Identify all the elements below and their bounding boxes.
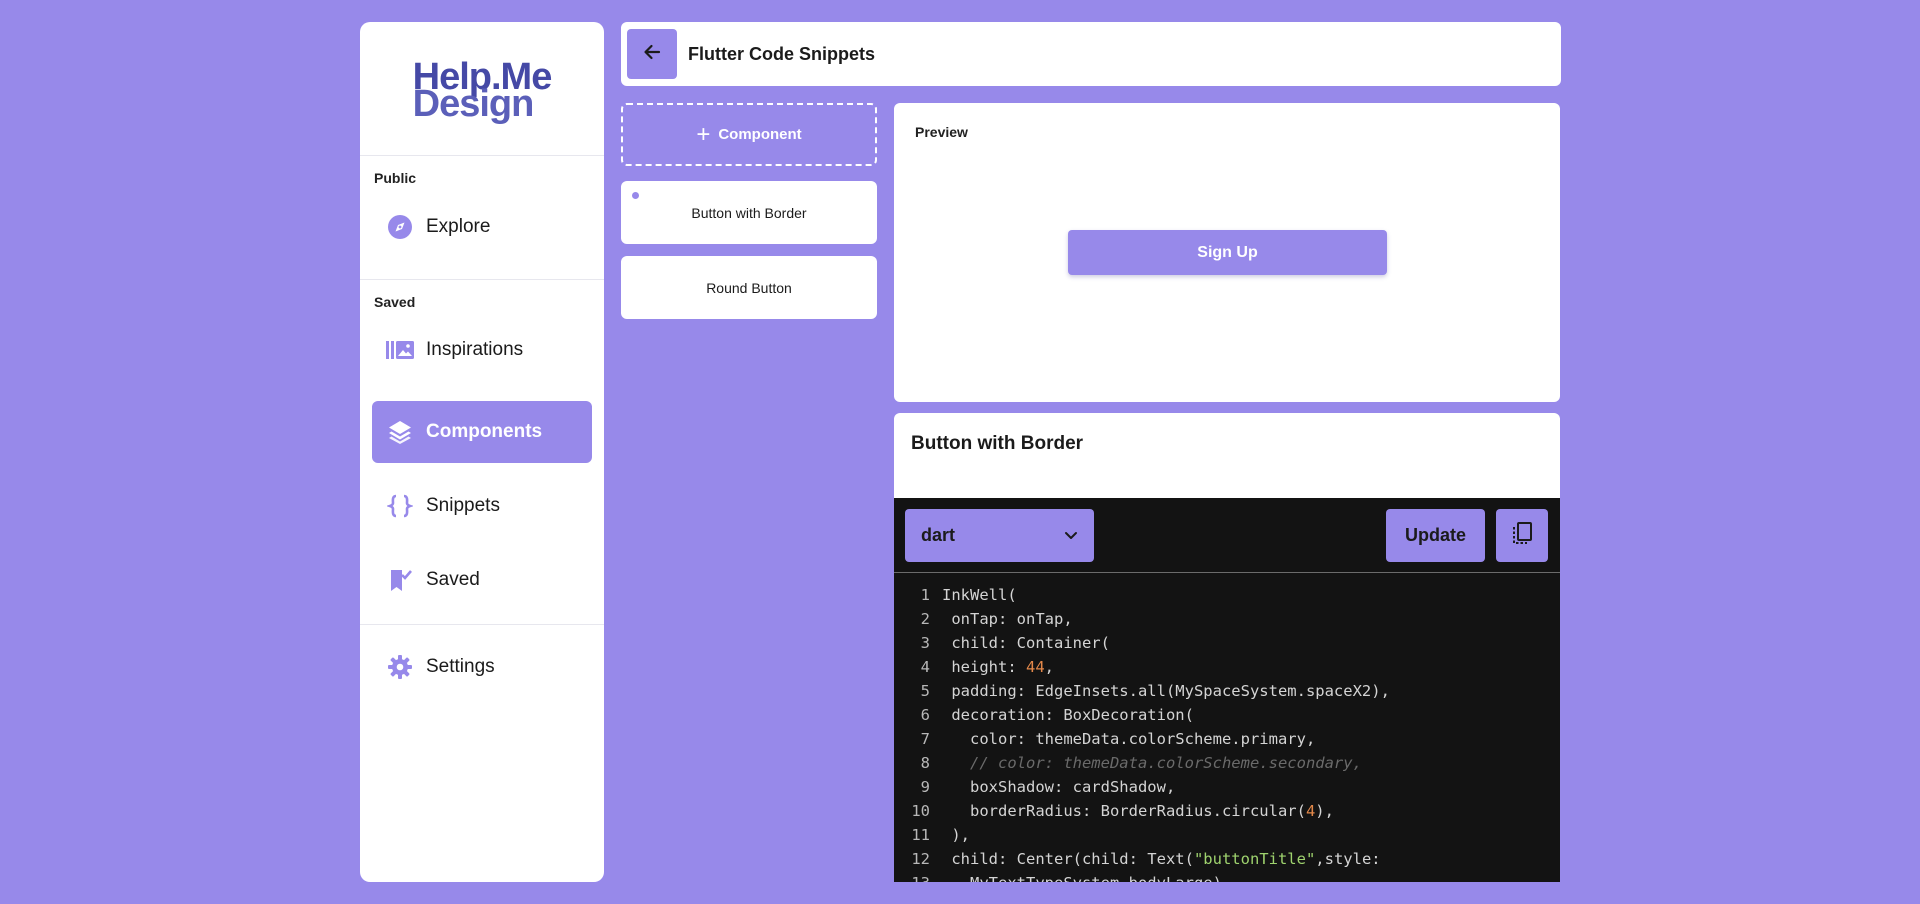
code-line: 7 color: themeData.colorScheme.primary, [894,727,1560,751]
code-text: MyTextTypeSystem.bodyLarge), [930,871,1231,882]
sidebar-item-explore[interactable]: Explore [372,196,592,258]
sidebar-item-inspirations[interactable]: Inspirations [372,319,592,381]
component-item-label: Button with Border [691,204,807,221]
section-label-public: Public [374,170,417,186]
code-line: 2 onTap: onTap, [894,607,1560,631]
line-number: 10 [911,802,930,820]
preview-panel: Preview Sign Up [894,103,1560,402]
update-button[interactable]: Update [1386,509,1485,562]
sign-up-button[interactable]: Sign Up [1068,230,1387,275]
component-item-label: Round Button [706,279,792,296]
line-number: 5 [920,682,930,700]
line-number: 8 [920,754,930,772]
add-component-button[interactable]: + Component [621,103,877,166]
sidebar-item-snippets[interactable]: Snippets [372,475,592,537]
compass-icon [386,213,414,241]
code-text: child: Center(child: Text("buttonTitle",… [942,850,1381,868]
sidebar-item-label: Snippets [426,495,500,516]
code-title: Button with Border [911,433,1084,454]
header-bar: Flutter Code Snippets [621,22,1561,86]
bookmark-check-icon [386,566,414,594]
braces-icon [386,492,414,520]
code-line: 11 ), [894,823,1560,847]
line-number: 9 [920,778,930,796]
logo[interactable]: Help.Me Design [360,22,604,156]
language-value: dart [921,525,956,545]
gear-icon [386,653,414,681]
code-text: child: Container( [942,634,1110,652]
divider [360,624,604,625]
line-number: 3 [920,634,930,652]
line-number: 7 [920,730,930,748]
line-number: 4 [920,658,930,676]
code-text: onTap: onTap, [942,610,1073,628]
component-item-button-with-border[interactable]: Button with Border [621,181,877,244]
plus-icon: + [696,120,711,148]
component-item-round-button[interactable]: Round Button [621,256,877,319]
preview-label: Preview [915,124,968,140]
page-title: Flutter Code Snippets [688,43,876,64]
line-number: 12 [911,850,930,868]
code-line: 1 InkWell( [894,583,1560,607]
line-number: 2 [920,610,930,628]
code-text: borderRadius: BorderRadius.circular(4), [942,802,1334,820]
selected-indicator-dot [632,192,639,199]
add-component-label: Component [718,126,802,143]
copy-icon [1510,521,1534,550]
line-number: 6 [920,706,930,724]
sidebar-item-label: Inspirations [426,339,524,360]
code-line: 8 // color: themeData.colorScheme.second… [894,751,1560,775]
code-text: padding: EdgeInsets.all(MySpaceSystem.sp… [942,682,1390,700]
copy-button[interactable] [1496,509,1548,562]
code-line: 3 child: Container( [894,631,1560,655]
code-line: 13 MyTextTypeSystem.bodyLarge), [894,871,1560,882]
sidebar: Help.Me Design Public Explore Saved Insp… [360,22,604,882]
arrow-left-icon [642,42,662,67]
code-editor[interactable]: 1 InkWell(2 onTap: onTap, 3 child: Contain… [894,573,1560,882]
sidebar-item-saved[interactable]: Saved [372,549,592,611]
line-number: 13 [894,871,930,882]
code-line: 4 height: 44, [894,655,1560,679]
code-text: InkWell( [942,586,1017,604]
code-toolbar: dart Update [894,498,1560,573]
line-number: 11 [911,826,930,844]
code-line: 6 decoration: BoxDecoration( [894,703,1560,727]
sidebar-item-components[interactable]: Components [372,401,592,463]
sidebar-item-label: Saved [426,569,480,590]
line-number: 1 [920,586,930,604]
layers-icon [386,418,414,446]
language-select[interactable]: dart [905,509,1094,562]
code-text: // color: themeData.colorScheme.secondar… [942,754,1362,772]
code-text: ), [942,826,970,844]
code-text: color: themeData.colorScheme.primary, [942,730,1316,748]
code-header: Button with Border [894,413,1560,498]
code-line: 9 boxShadow: cardShadow, [894,775,1560,799]
logo-line-2: Design [412,82,535,125]
code-line: 12 child: Center(child: Text("buttonTitl… [894,847,1560,871]
code-text: height: 44, [942,658,1055,676]
code-line: 5 padding: EdgeInsets.all(MySpaceSystem.… [894,679,1560,703]
code-text: decoration: BoxDecoration( [942,706,1194,724]
sidebar-item-label: Settings [426,656,495,677]
code-text: boxShadow: cardShadow, [942,778,1176,796]
section-label-saved: Saved [374,294,416,310]
chevron-down-icon [1062,526,1080,549]
sidebar-item-label: Components [426,421,543,442]
sidebar-item-settings[interactable]: Settings [372,636,592,698]
gallery-icon [386,336,414,364]
sidebar-item-label: Explore [426,216,491,237]
back-button[interactable] [627,29,677,79]
code-line: 10 borderRadius: BorderRadius.circular(4… [894,799,1560,823]
